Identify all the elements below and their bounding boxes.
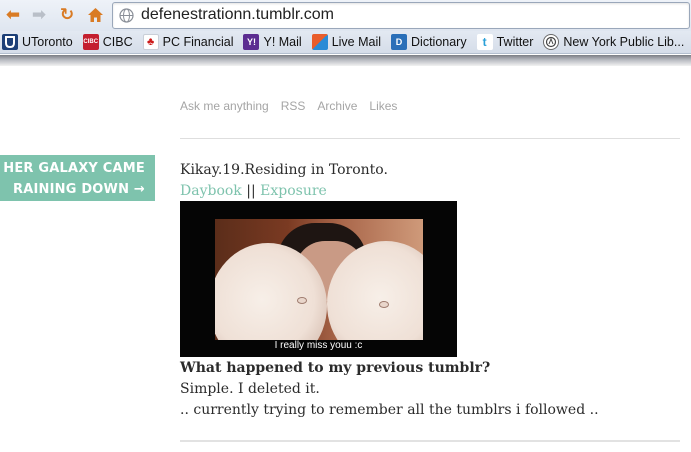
address-bar[interactable]: defenestrationn.tumblr.com — [112, 2, 690, 29]
post-line: .. currently trying to remember all the … — [180, 402, 599, 418]
bookmark-label: New York Public Lib... — [563, 35, 685, 49]
post-title: What happened to my previous tumblr? — [180, 360, 491, 376]
browser-toolbar: ⬅ ➡ ↻ defenestrationn.tumblr.com — [0, 0, 691, 31]
forward-arrow-icon[interactable]: ➡ — [28, 4, 50, 26]
utoronto-icon — [2, 34, 18, 50]
nav-ask-link[interactable]: Ask me anything — [180, 99, 269, 113]
bookmark-label: Twitter — [496, 35, 534, 49]
blog-title-line2: RAINING DOWN → — [13, 182, 145, 197]
bookmark-label: Live Mail — [331, 35, 382, 49]
nav-likes-link[interactable]: Likes — [369, 99, 397, 113]
bookmark-label: Y! Mail — [263, 35, 302, 49]
dictionary-icon: D — [391, 34, 408, 50]
blog-title-line1: HER GALAXY CAME — [3, 161, 145, 176]
bookmark-pc-financial[interactable]: ♣ PC Financial — [142, 34, 234, 50]
bookmark-label: UToronto — [22, 35, 73, 49]
pc-financial-icon: ♣ — [142, 34, 159, 50]
nypl-icon — [543, 34, 560, 50]
nav-archive-link[interactable]: Archive — [317, 99, 357, 113]
header-divider — [180, 138, 680, 139]
toolbar-shadow — [0, 55, 691, 66]
yahoo-mail-icon: Y! — [243, 34, 260, 50]
bookmark-nypl[interactable]: New York Public Lib... — [543, 34, 684, 50]
video-frame — [215, 219, 423, 340]
bookmark-label: Dictionary — [411, 35, 467, 49]
bookmark-yahoo-mail[interactable]: Y! Y! Mail — [243, 34, 302, 50]
home-icon[interactable] — [84, 4, 106, 26]
globe-icon — [119, 8, 134, 23]
bookmarks-bar: UToronto CIBC CIBC ♣ PC Financial Y! Y! … — [0, 31, 691, 54]
video-player[interactable]: I really miss youu :c — [180, 201, 457, 357]
reload-icon[interactable]: ↻ — [56, 4, 78, 26]
blog-title-tag[interactable]: HER GALAXY CAME RAINING DOWN → — [0, 155, 155, 201]
blog-description: Kikay.19.Residing in Toronto. Daybook ||… — [180, 160, 680, 202]
cibc-icon: CIBC — [82, 34, 99, 50]
video-caption: I really miss youu :c — [274, 340, 363, 351]
url-text[interactable]: defenestrationn.tumblr.com — [141, 6, 334, 24]
back-arrow-icon[interactable]: ⬅ — [2, 4, 24, 26]
twitter-icon: t — [476, 34, 493, 50]
bookmark-dictionary[interactable]: D Dictionary — [391, 34, 467, 50]
post-line: Simple. I deleted it. — [180, 381, 320, 397]
exposure-link[interactable]: Exposure — [260, 183, 327, 199]
post-divider — [180, 440, 680, 442]
post-body: What happened to my previous tumblr? Sim… — [180, 358, 680, 421]
blog-nav: Ask me anything RSS Archive Likes — [180, 99, 409, 113]
bookmark-label: PC Financial — [162, 35, 234, 49]
bookmark-live-mail[interactable]: Live Mail — [311, 34, 382, 50]
blog-links: Daybook || Exposure — [180, 181, 680, 202]
bookmark-twitter[interactable]: t Twitter — [476, 34, 534, 50]
bookmark-utoronto[interactable]: UToronto — [2, 34, 73, 50]
daybook-link[interactable]: Daybook — [180, 183, 242, 199]
nav-rss-link[interactable]: RSS — [281, 99, 306, 113]
link-separator: || — [241, 183, 261, 199]
bookmark-cibc[interactable]: CIBC CIBC — [82, 34, 133, 50]
bio-text: Kikay.19.Residing in Toronto. — [180, 162, 388, 178]
bookmark-label: CIBC — [102, 35, 133, 49]
live-mail-icon — [311, 34, 328, 50]
